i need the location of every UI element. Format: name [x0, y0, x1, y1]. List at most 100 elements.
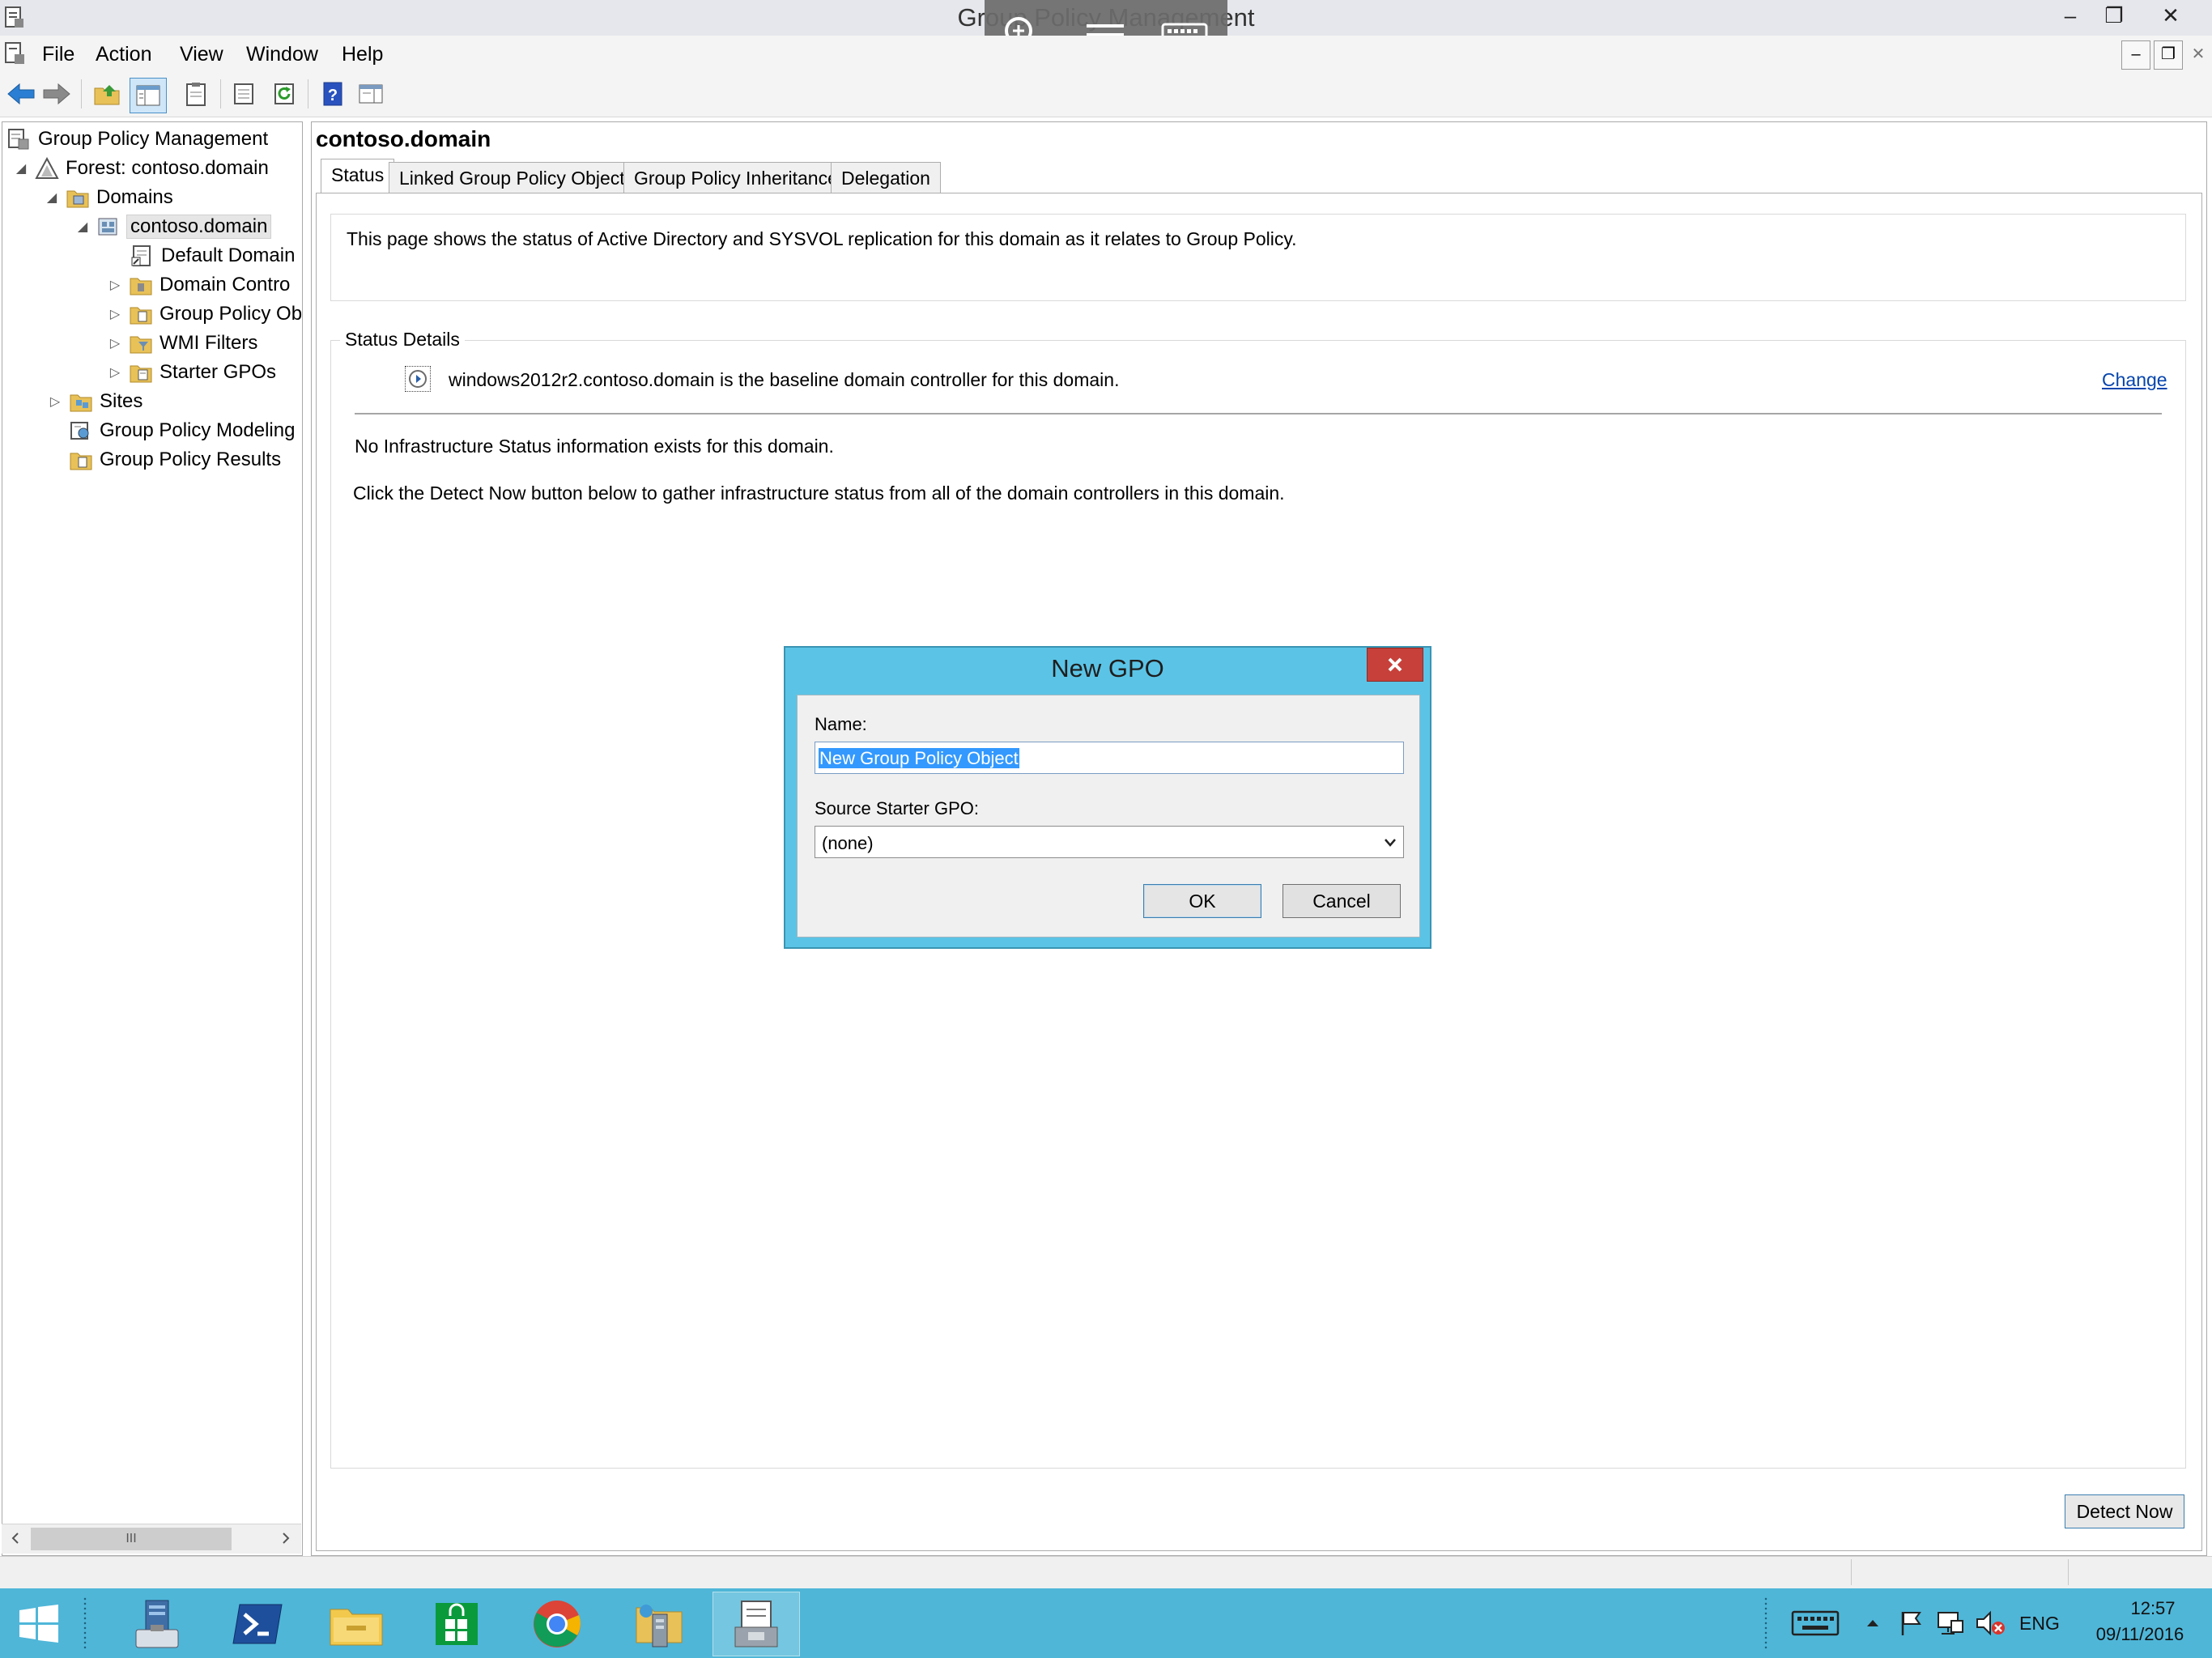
action-pane-icon[interactable] [355, 78, 387, 110]
tree-label: Default Domain [161, 244, 296, 266]
menu-window[interactable]: Window [241, 36, 323, 73]
divider [355, 413, 2162, 414]
forward-arrow-icon[interactable] [40, 78, 73, 110]
starter-gpo-folder-icon [130, 365, 152, 383]
back-arrow-icon[interactable] [5, 78, 37, 110]
gpo-name-input[interactable]: New Group Policy Object [815, 742, 1404, 774]
tree-label: Group Policy Management [38, 128, 269, 150]
expand-details-button[interactable] [405, 366, 431, 392]
dialog-title: New GPO [1051, 654, 1164, 682]
tree-horizontal-scrollbar[interactable]: III [2, 1524, 301, 1554]
tree-item-group-policy-results[interactable]: Group Policy Results [69, 446, 281, 474]
change-link[interactable]: Change [2102, 369, 2167, 391]
tree-item-group-policy-management[interactable]: Group Policy Management [7, 125, 268, 153]
gpo-name-value: New Group Policy Object [819, 748, 1019, 768]
collapsed-arrow-icon[interactable]: ▷ [48, 393, 62, 410]
menu-view[interactable]: View [175, 36, 228, 73]
server-manager-icon[interactable] [113, 1592, 201, 1656]
tree-label: Group Policy Ob [160, 303, 303, 325]
tree-label: Domain Contro [160, 274, 291, 295]
collapsed-arrow-icon[interactable]: ▷ [108, 277, 122, 293]
touch-keyboard-icon[interactable] [1789, 1603, 1841, 1643]
volume-muted-icon[interactable] [1972, 1603, 2008, 1643]
tab-linked-gpos[interactable]: Linked Group Policy Objects [389, 162, 645, 194]
gpo-folder-icon [130, 307, 152, 325]
restore-button[interactable]: ❐ [2092, 0, 2136, 31]
selected-starter-gpo: (none) [822, 833, 874, 853]
tree-item-group-policy-modeling[interactable]: Group Policy Modeling [69, 417, 295, 444]
show-hide-tree-icon[interactable] [130, 78, 167, 113]
action-center-flag-icon[interactable] [1895, 1603, 1927, 1643]
status-bar-divider [2068, 1559, 2069, 1585]
status-bar [0, 1556, 2212, 1589]
tree-item-domains[interactable]: ◢ Domains [45, 184, 173, 211]
refresh-icon[interactable] [269, 78, 301, 110]
taskbar-grip [83, 1596, 87, 1650]
tree-item-default-domain-policy[interactable]: Default Domain [130, 242, 295, 270]
console-icon[interactable] [3, 40, 28, 66]
mdi-restore-button[interactable]: ❐ [2154, 40, 2183, 70]
detect-now-button[interactable]: Detect Now [2065, 1494, 2184, 1528]
dialog-close-button[interactable] [1367, 648, 1423, 682]
clock-time[interactable]: 12:57 [2116, 1598, 2189, 1619]
close-icon [1388, 657, 1402, 672]
up-folder-icon[interactable] [91, 78, 123, 110]
mdi-close-button[interactable]: ✕ [2186, 40, 2210, 68]
tree-item-wmi-filters[interactable]: ▷ WMI Filters [108, 329, 257, 357]
network-tool-icon[interactable] [615, 1592, 703, 1656]
ou-folder-icon [130, 278, 152, 295]
scroll-thumb[interactable]: III [31, 1528, 232, 1550]
source-starter-gpo-select[interactable]: (none) [815, 826, 1404, 858]
tab-status[interactable]: Status [321, 159, 395, 194]
tab-gp-inheritance[interactable]: Group Policy Inheritance [623, 162, 849, 194]
ok-button[interactable]: OK [1143, 884, 1261, 918]
tab-delegation[interactable]: Delegation [831, 162, 941, 194]
expanded-arrow-icon[interactable]: ◢ [14, 160, 28, 176]
start-button[interactable] [2, 1592, 76, 1656]
close-button[interactable]: ✕ [2142, 0, 2199, 31]
collapsed-arrow-icon[interactable]: ▷ [108, 335, 122, 351]
expanded-arrow-icon[interactable]: ◢ [45, 189, 59, 206]
scroll-left-icon[interactable] [3, 1526, 28, 1550]
intro-box [330, 214, 2186, 301]
expand-circle-icon [409, 370, 427, 388]
clipboard-icon[interactable] [180, 78, 212, 110]
menu-file[interactable]: File [37, 36, 79, 73]
menu-help[interactable]: Help [337, 36, 388, 73]
powershell-icon[interactable] [214, 1592, 301, 1656]
network-icon[interactable] [1933, 1603, 1966, 1643]
tree-label: Group Policy Modeling [100, 419, 296, 441]
forest-icon [35, 157, 59, 179]
store-icon[interactable] [413, 1592, 500, 1656]
tree-item-contoso-domain[interactable]: ◢ contoso.domain [75, 213, 272, 240]
modeling-icon [70, 422, 89, 440]
tree-label: Sites [100, 390, 143, 412]
help-icon[interactable]: ? [317, 78, 350, 110]
properties-icon[interactable] [228, 78, 261, 110]
language-indicator[interactable]: ENG [2019, 1603, 2060, 1643]
file-explorer-icon[interactable] [313, 1592, 400, 1656]
clock-date[interactable]: 09/11/2016 [2087, 1624, 2193, 1645]
collapsed-arrow-icon[interactable]: ▷ [108, 306, 122, 322]
group-policy-management-icon[interactable] [713, 1592, 800, 1656]
chrome-icon[interactable] [513, 1592, 601, 1656]
expanded-arrow-icon[interactable]: ◢ [75, 219, 90, 235]
tree-item-domain-controllers[interactable]: ▷ Domain Contro [108, 271, 291, 299]
console-tree: Group Policy Management ◢ Forest: contos… [2, 121, 303, 1556]
mdi-minimize-button[interactable]: – [2121, 40, 2150, 70]
tree-label: Forest: contoso.domain [66, 157, 269, 179]
scroll-right-icon[interactable] [274, 1526, 298, 1550]
menu-action[interactable]: Action [91, 36, 156, 73]
tree-label: Domains [96, 186, 173, 208]
tree-item-forest[interactable]: ◢ Forest: contoso.domain [14, 155, 269, 182]
show-hidden-icons-chevron[interactable] [1861, 1603, 1885, 1643]
collapsed-arrow-icon[interactable]: ▷ [108, 364, 122, 380]
minimize-button[interactable]: – [2048, 0, 2092, 31]
tray-grip [1763, 1596, 1768, 1650]
tree-item-starter-gpos[interactable]: ▷ Starter GPOs [108, 359, 276, 386]
menu-bar [0, 36, 2212, 73]
tree-item-sites[interactable]: ▷ Sites [48, 388, 143, 415]
tree-item-group-policy-objects[interactable]: ▷ Group Policy Ob [108, 300, 302, 328]
chevron-down-icon [1385, 839, 1396, 847]
cancel-button[interactable]: Cancel [1283, 884, 1401, 918]
